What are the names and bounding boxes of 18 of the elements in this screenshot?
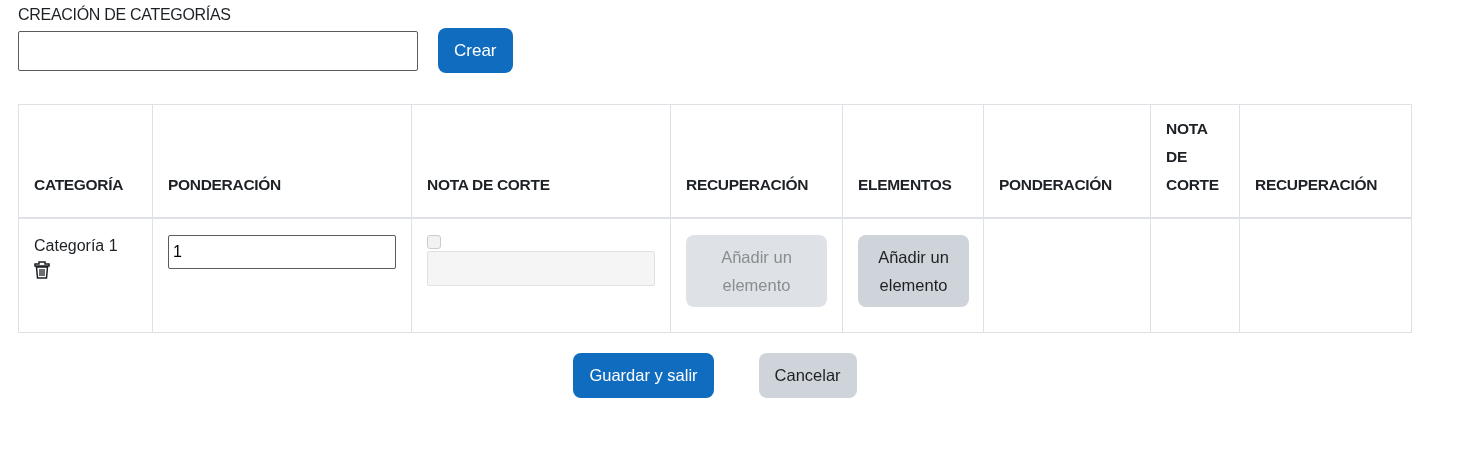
column-header: PONDERACIÓN	[999, 175, 1112, 193]
column-header: NOTA DE CORTE	[427, 175, 550, 193]
column-header: NOTA DE CORTE	[1166, 119, 1219, 193]
category-name: Categoría 1	[34, 235, 118, 256]
form-label: CREACIÓN DE CATEGORÍAS	[18, 6, 231, 24]
trash-icon[interactable]	[34, 260, 50, 279]
save-and-exit-button[interactable]: Guardar y salir	[573, 353, 714, 398]
cancel-button[interactable]: Cancelar	[758, 353, 857, 398]
create-button[interactable]: Crear	[438, 28, 513, 73]
weight-field[interactable]: 1	[168, 234, 396, 269]
checkbox[interactable]	[427, 234, 441, 249]
category-name-field[interactable]	[18, 30, 418, 71]
column-header: PONDERACIÓN	[168, 175, 281, 193]
column-header: CATEGORÍA	[34, 175, 124, 193]
add-element-button[interactable]: Añadir un elemento	[858, 234, 969, 307]
column-header: RECUPERACIÓN	[1255, 175, 1378, 193]
column-header: ELEMENTOS	[858, 175, 952, 193]
column-header: RECUPERACIÓN	[686, 175, 809, 193]
